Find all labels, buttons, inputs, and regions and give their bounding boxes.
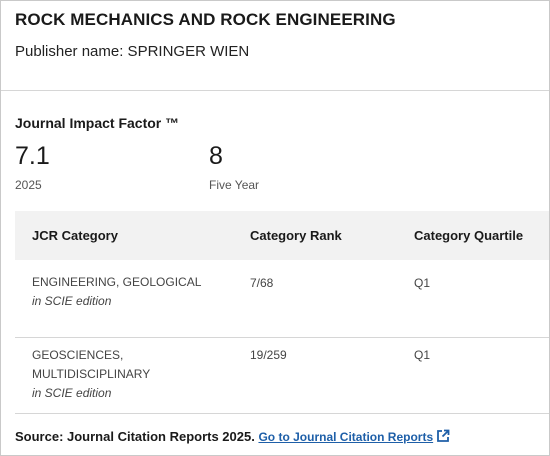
source-text: Source: Journal Citation Reports 2025. — [15, 429, 255, 444]
journal-card: ROCK MECHANICS AND ROCK ENGINEERING Publ… — [0, 0, 550, 456]
category-quartile: Q1 — [414, 348, 431, 362]
category-rank: 19/259 — [250, 348, 287, 362]
jcr-link[interactable]: Go to Journal Citation Reports — [258, 430, 433, 444]
five-year-impact-value: 8 — [209, 142, 223, 170]
external-link-icon[interactable] — [436, 429, 450, 446]
column-header-category: JCR Category — [32, 228, 118, 243]
impact-factor-value: 7.1 — [15, 142, 50, 170]
category-name: GEOSCIENCES, MULTIDISCIPLINARY — [32, 348, 151, 381]
category-quartile: Q1 — [414, 276, 431, 290]
category-rank: 7/68 — [250, 276, 274, 290]
table-header: JCR Category Category Rank Category Quar… — [15, 211, 549, 260]
impact-factor-year: 2025 — [15, 178, 42, 192]
category-name: ENGINEERING, GEOLOGICAL — [32, 275, 202, 289]
category-cell: GEOSCIENCES, MULTIDISCIPLINARY in SCIE e… — [32, 346, 182, 403]
journal-title: ROCK MECHANICS AND ROCK ENGINEERING — [15, 10, 396, 29]
jcr-link-label: Go to Journal Citation Reports — [258, 430, 434, 444]
table-row: ENGINEERING, GEOLOGICAL in SCIE edition … — [15, 260, 549, 338]
category-edition: in SCIE edition — [32, 294, 112, 308]
column-header-quartile: Category Quartile — [414, 228, 524, 243]
impact-factor-label: Journal Impact Factor ™ — [15, 115, 180, 131]
source-footer: Source: Journal Citation Reports 2025. G… — [15, 429, 450, 446]
category-cell: ENGINEERING, GEOLOGICAL in SCIE edition — [32, 273, 202, 311]
category-edition: in SCIE edition — [32, 386, 112, 400]
publisher-name: Publisher name: SPRINGER WIEN — [15, 43, 250, 60]
column-header-rank: Category Rank — [250, 228, 342, 243]
five-year-impact-caption: Five Year — [209, 178, 260, 192]
jcr-category-table: JCR Category Category Rank Category Quar… — [15, 211, 549, 414]
divider — [1, 90, 549, 91]
table-row: GEOSCIENCES, MULTIDISCIPLINARY in SCIE e… — [15, 338, 549, 414]
